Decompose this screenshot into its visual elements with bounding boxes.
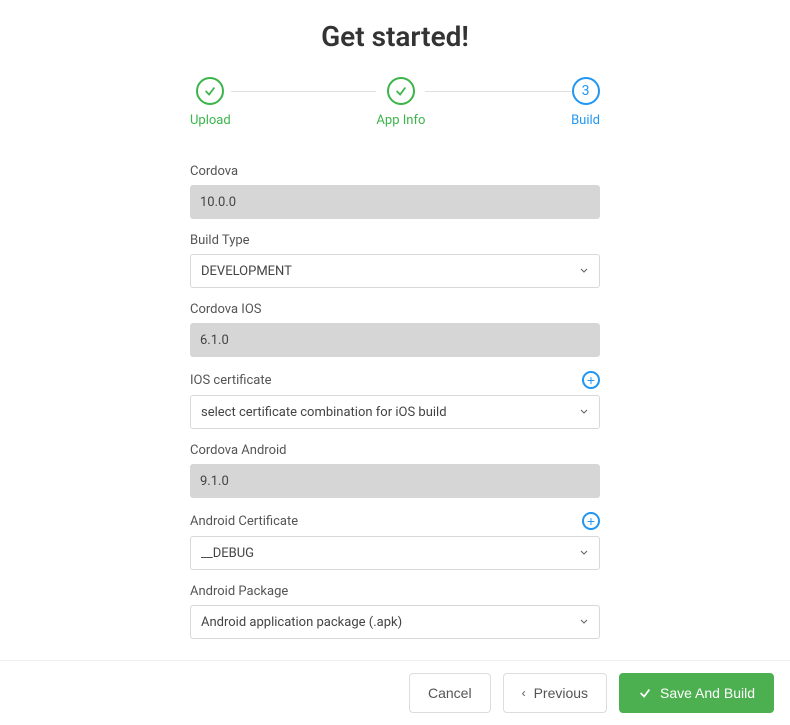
android-package-field-group: Android Package Android application pack… (190, 584, 600, 639)
cancel-button[interactable]: Cancel (409, 673, 491, 713)
cordova-android-label: Cordova Android (190, 443, 600, 458)
stepper: Upload App Info 3 Build (0, 77, 790, 128)
save-build-label: Save And Build (660, 685, 755, 701)
buildtype-field-group: Build Type DEVELOPMENT (190, 233, 600, 288)
step-line (231, 91, 377, 92)
android-package-select[interactable]: Android application package (.apk) (190, 605, 600, 639)
buildtype-label: Build Type (190, 233, 600, 248)
step-label: App Info (376, 113, 425, 128)
previous-label: Previous (534, 685, 588, 701)
footer-bar: Cancel ‹ Previous Save And Build (0, 660, 790, 725)
ios-cert-field-group: IOS certificate + select certificate com… (190, 371, 600, 429)
ios-cert-select[interactable]: select certificate combination for iOS b… (190, 395, 600, 429)
android-cert-label: Android Certificate (190, 514, 298, 529)
cordova-android-field-group: Cordova Android 9.1.0 (190, 443, 600, 498)
build-form: Cordova 10.0.0 Build Type DEVELOPMENT Co… (0, 164, 790, 639)
previous-button[interactable]: ‹ Previous (503, 673, 607, 713)
cordova-ios-field-group: Cordova IOS 6.1.0 (190, 302, 600, 357)
page-title: Get started! (0, 20, 790, 53)
add-ios-cert-button[interactable]: + (582, 371, 600, 389)
cordova-field-group: Cordova 10.0.0 (190, 164, 600, 219)
cordova-ios-value: 6.1.0 (190, 323, 600, 357)
cancel-label: Cancel (428, 685, 472, 701)
add-android-cert-button[interactable]: + (582, 512, 600, 530)
cordova-value: 10.0.0 (190, 185, 600, 219)
check-icon (196, 77, 224, 105)
plus-icon: + (587, 373, 595, 387)
check-icon (638, 686, 652, 700)
step-number: 3 (572, 77, 600, 105)
step-label: Upload (190, 113, 231, 128)
chevron-left-icon: ‹ (522, 686, 526, 700)
android-cert-field-group: Android Certificate + __DEBUG (190, 512, 600, 570)
step-line (425, 91, 571, 92)
cordova-android-value: 9.1.0 (190, 464, 600, 498)
android-cert-select[interactable]: __DEBUG (190, 536, 600, 570)
check-icon (387, 77, 415, 105)
cordova-label: Cordova (190, 164, 600, 179)
step-appinfo: App Info (376, 77, 425, 128)
save-and-build-button[interactable]: Save And Build (619, 673, 774, 713)
ios-cert-label: IOS certificate (190, 373, 272, 388)
plus-icon: + (587, 514, 595, 528)
step-upload: Upload (190, 77, 231, 128)
android-package-label: Android Package (190, 584, 600, 599)
buildtype-select[interactable]: DEVELOPMENT (190, 254, 600, 288)
cordova-ios-label: Cordova IOS (190, 302, 600, 317)
step-label: Build (571, 113, 600, 128)
step-build: 3 Build (571, 77, 600, 128)
